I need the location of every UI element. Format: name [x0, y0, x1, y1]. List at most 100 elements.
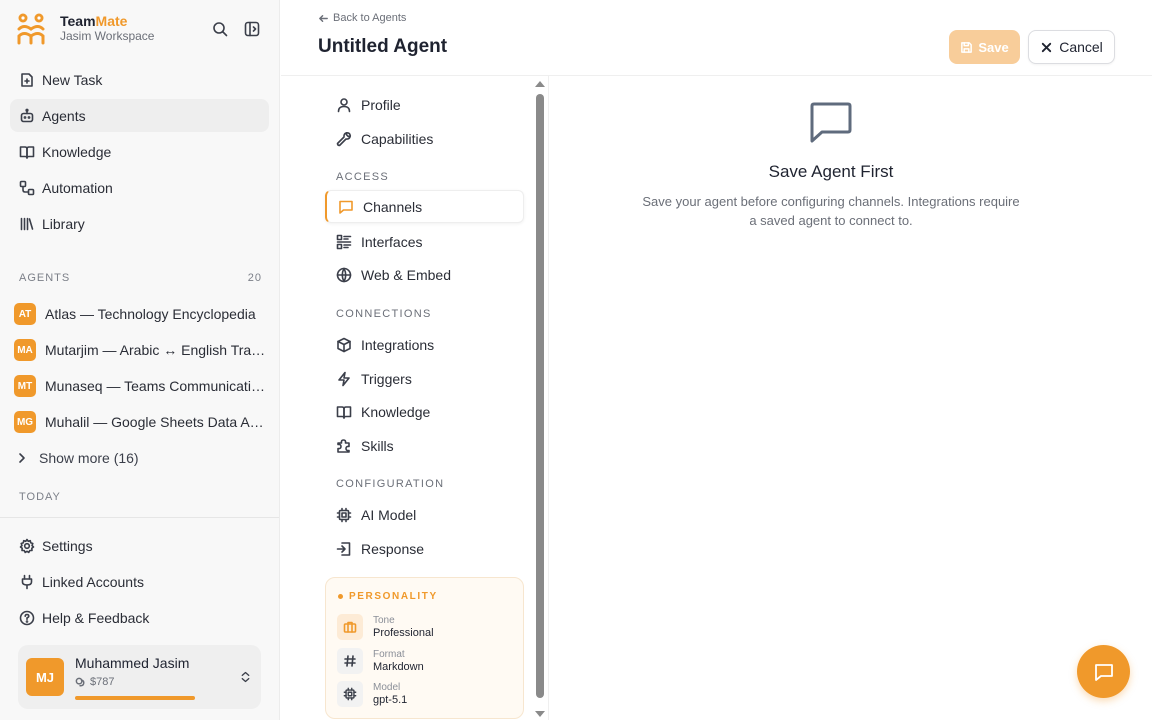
- nav-label: Agents: [42, 107, 86, 124]
- chat-fab-button[interactable]: [1077, 645, 1130, 698]
- settings-item-response[interactable]: Response: [325, 532, 524, 565]
- personality-header: PERSONALITY: [338, 591, 438, 602]
- book-icon: [19, 145, 35, 159]
- save-button[interactable]: Save: [949, 30, 1020, 64]
- settings-item-triggers[interactable]: Triggers: [325, 362, 524, 395]
- nav-settings[interactable]: Settings: [10, 529, 269, 562]
- agents-count: 20: [247, 272, 262, 284]
- chip-icon: [336, 507, 352, 522]
- agent-item[interactable]: MG Muhalil — Google Sheets Data Analyst: [14, 404, 270, 440]
- agent-name: Munaseq — Teams Communication Coordinato…: [45, 378, 267, 394]
- agent-badge: MG: [14, 411, 36, 433]
- agent-badge: MT: [14, 375, 36, 397]
- cancel-label: Cancel: [1059, 39, 1103, 55]
- agents-list: AT Atlas — Technology Encyclopedia MA Mu…: [14, 296, 270, 476]
- show-more-label: Show more (16): [39, 450, 139, 466]
- book-icon: [336, 405, 352, 419]
- chat-bubble-icon: [810, 102, 852, 143]
- tone-label: Tone: [373, 614, 395, 626]
- model-label: Model: [373, 681, 401, 693]
- page-title: Untitled Agent: [318, 36, 448, 57]
- settings-item-capabilities[interactable]: Capabilities: [325, 122, 524, 155]
- chat-icon: [1094, 663, 1113, 681]
- nav-label: Settings: [42, 537, 93, 554]
- settings-item-label: Knowledge: [361, 403, 431, 420]
- arrow-left-icon: [319, 14, 328, 22]
- nav-label: Linked Accounts: [42, 573, 144, 590]
- show-more-agents[interactable]: Show more (16): [14, 440, 270, 476]
- settings-item-ai-model[interactable]: AI Model: [325, 498, 524, 531]
- bolt-icon: [338, 371, 350, 386]
- nav-agents[interactable]: Agents: [10, 99, 269, 132]
- scroll-down-arrow[interactable]: [535, 711, 545, 717]
- briefcase-icon: [337, 614, 363, 640]
- coins-icon: [75, 677, 85, 686]
- scroll-up-arrow[interactable]: [535, 81, 545, 87]
- today-section-header: TODAY: [19, 491, 262, 503]
- back-label: Back to Agents: [333, 12, 407, 24]
- settings-item-label: Channels: [363, 198, 423, 215]
- personality-dot: [338, 594, 343, 599]
- interfaces-icon: [336, 234, 352, 249]
- new-task-icon: [21, 72, 33, 87]
- gear-icon: [19, 538, 35, 553]
- cancel-button[interactable]: Cancel: [1028, 30, 1115, 64]
- nav-library[interactable]: Library: [10, 207, 269, 240]
- chat-icon: [339, 200, 353, 214]
- settings-item-integrations[interactable]: Integrations: [325, 328, 524, 361]
- teammate-logo-icon: [17, 13, 45, 45]
- settings-item-label: Interfaces: [361, 233, 423, 250]
- hash-icon: [337, 648, 363, 674]
- library-icon: [20, 217, 34, 230]
- settings-section-access: ACCESS: [336, 171, 390, 183]
- settings-item-profile[interactable]: Profile: [325, 88, 524, 121]
- save-icon: [961, 41, 973, 53]
- settings-item-label: Skills: [361, 437, 394, 454]
- bottom-nav: Settings Linked Accounts Help & Feedback: [10, 529, 269, 637]
- agent-item[interactable]: AT Atlas — Technology Encyclopedia: [14, 296, 270, 332]
- nav-linked-accounts[interactable]: Linked Accounts: [10, 565, 269, 598]
- model-value: gpt-5.1: [373, 693, 408, 706]
- settings-item-skills[interactable]: Skills: [325, 429, 524, 462]
- sidebar-toggle-icon[interactable]: [244, 21, 260, 37]
- settings-item-label: Triggers: [361, 370, 412, 387]
- nav-automation[interactable]: Automation: [10, 171, 269, 204]
- agent-item[interactable]: MT Munaseq — Teams Communication Coordin…: [14, 368, 270, 404]
- nav-help-feedback[interactable]: Help & Feedback: [10, 601, 269, 634]
- settings-item-channels[interactable]: Channels: [325, 190, 524, 223]
- settings-item-interfaces[interactable]: Interfaces: [325, 225, 524, 258]
- user-card[interactable]: MJ Muhammed Jasim $787: [18, 645, 261, 709]
- settings-item-label: Profile: [361, 96, 401, 113]
- credit-bar: [75, 696, 195, 700]
- search-icon[interactable]: [212, 21, 228, 37]
- format-label: Format: [373, 648, 405, 660]
- robot-icon: [20, 108, 34, 122]
- settings-section-configuration: CONFIGURATION: [336, 478, 445, 490]
- empty-state-description: Save your agent before configuring chann…: [642, 194, 1020, 228]
- brand[interactable]: TeamMate Jasim Workspace: [16, 12, 154, 46]
- nav-knowledge[interactable]: Knowledge: [10, 135, 269, 168]
- plug-icon: [21, 574, 33, 589]
- settings-item-label: Web & Embed: [361, 266, 452, 283]
- personality-title: PERSONALITY: [349, 591, 438, 602]
- chevron-up-down-icon[interactable]: [239, 669, 252, 685]
- chevron-right-icon: [19, 453, 25, 463]
- settings-item-label: Response: [361, 540, 425, 557]
- user-credit: $787: [75, 676, 114, 688]
- avatar: MJ: [26, 658, 64, 696]
- settings-item-web-embed[interactable]: Web & Embed: [325, 258, 524, 291]
- agent-name: Atlas — Technology Encyclopedia: [45, 306, 256, 322]
- workflow-icon: [19, 180, 35, 195]
- cube-icon: [337, 337, 351, 352]
- agent-item[interactable]: MA Mutarjim — Arabic ↔ English Translato…: [14, 332, 270, 368]
- settings-item-label: AI Model: [361, 506, 417, 523]
- main-nav: New Task Agents Knowledge Automation Lib…: [10, 63, 269, 243]
- agent-badge: MA: [14, 339, 36, 361]
- back-to-agents-link[interactable]: Back to Agents: [318, 12, 406, 24]
- scroll-thumb[interactable]: [536, 94, 544, 698]
- sidebar: TeamMate Jasim Workspace New Task Agents…: [0, 0, 280, 720]
- response-icon: [336, 541, 351, 556]
- settings-item-knowledge[interactable]: Knowledge: [325, 395, 524, 428]
- puzzle-icon: [337, 438, 350, 453]
- nav-new-task[interactable]: New Task: [10, 63, 269, 96]
